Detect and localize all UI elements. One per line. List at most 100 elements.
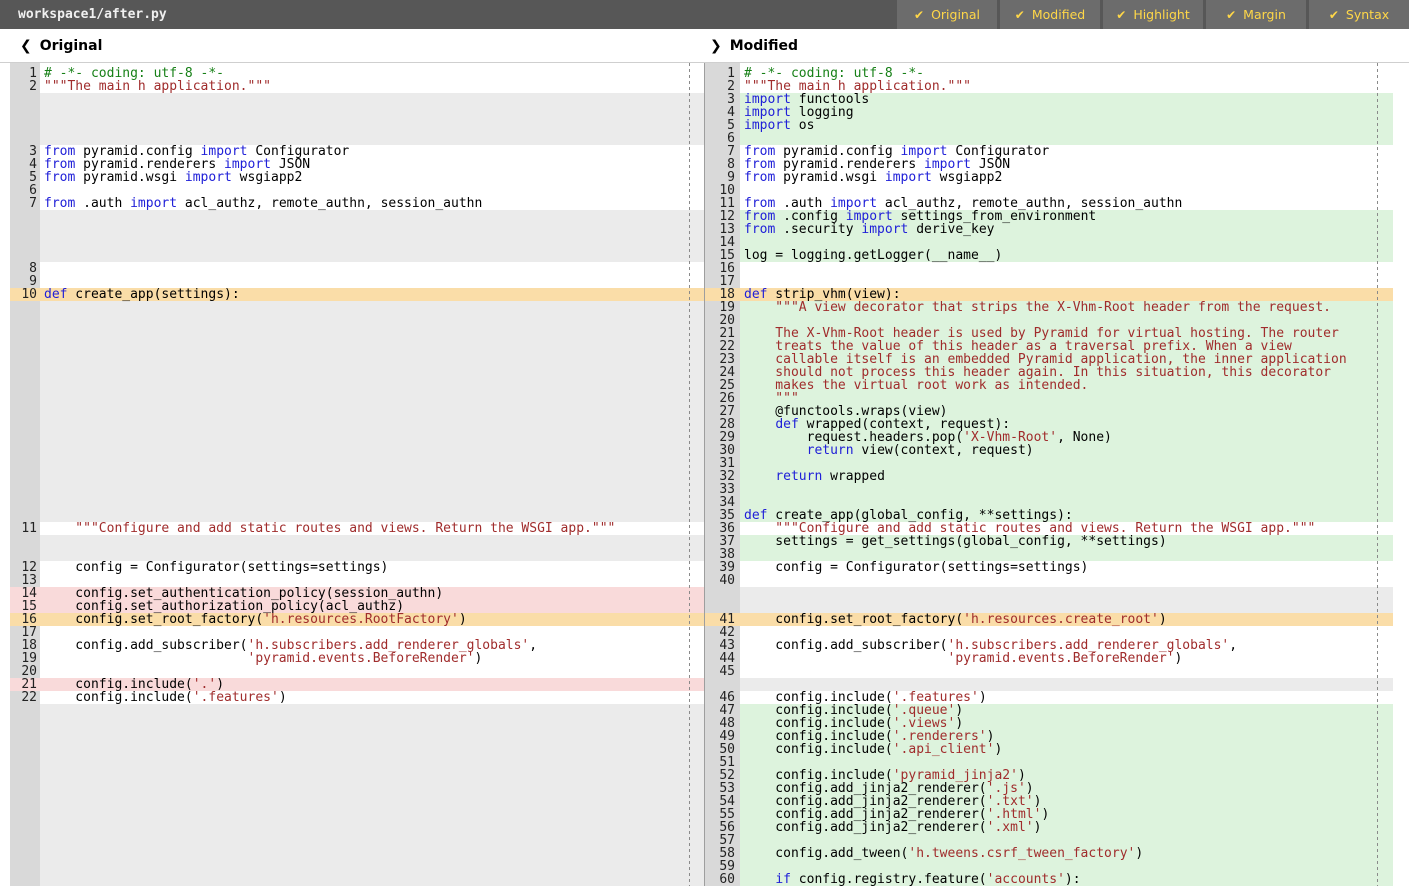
code-line: """Configure and add static routes and v…	[40, 522, 704, 535]
code-segment: acl_authz, remote_authn, session_authn	[177, 196, 482, 211]
modified-line-numbers: 1234567891011121314151617181920212223242…	[704, 63, 740, 886]
check-icon: ✔	[1329, 8, 1339, 22]
code-segment: '.xml'	[987, 820, 1034, 835]
code-segment	[744, 443, 807, 458]
original-panel-header: ❮ Original	[20, 29, 102, 62]
toggle-syntax-label: Syntax	[1346, 7, 1389, 22]
gap-row	[40, 210, 704, 223]
code-line: from .security import derive_key	[740, 223, 1393, 236]
code-segment: view(context, request)	[854, 443, 1034, 458]
line-number	[10, 834, 40, 847]
line-number: 10	[10, 288, 40, 301]
code-line: """The main h application."""	[40, 80, 704, 93]
line-number	[10, 431, 40, 444]
toggle-original-button[interactable]: ✔ Original	[897, 0, 997, 29]
code-line	[740, 483, 1393, 496]
code-segment: , None)	[1057, 430, 1112, 445]
line-number	[10, 236, 40, 249]
line-number	[10, 210, 40, 223]
code-segment: )	[1159, 612, 1167, 627]
gap-row	[40, 743, 704, 756]
gap-row	[40, 847, 704, 860]
code-line: config.include('.api_client')	[740, 743, 1393, 756]
code-segment: config.include(	[44, 690, 193, 705]
code-segment: wsgiapp2	[932, 170, 1002, 185]
toggle-highlight-button[interactable]: ✔ Highlight	[1103, 0, 1203, 29]
code-line	[40, 262, 704, 275]
code-segment: import	[185, 170, 232, 185]
line-number	[10, 496, 40, 509]
gap-row	[40, 314, 704, 327]
modified-panel-header: ❯ Modified	[710, 29, 798, 62]
code-segment: os	[791, 118, 814, 133]
gap-row	[40, 808, 704, 821]
titlebar: workspace1/after.py ✔ Original ✔ Modifie…	[0, 0, 1409, 29]
code-segment: ,	[529, 638, 537, 653]
line-number	[10, 366, 40, 379]
line-number	[10, 392, 40, 405]
gap-row	[40, 873, 704, 886]
code-segment: .auth	[75, 196, 130, 211]
gap-row	[40, 704, 704, 717]
toggle-margin-button[interactable]: ✔ Margin	[1206, 0, 1306, 29]
gap-row	[40, 444, 704, 457]
line-number	[10, 340, 40, 353]
code-segment: if	[775, 872, 791, 887]
code-line: config.add_jinja2_renderer('.xml')	[740, 821, 1393, 834]
code-segment: return	[775, 469, 822, 484]
gap-row	[40, 353, 704, 366]
original-code-area[interactable]: # -*- coding: utf-8 -*-"""The main h app…	[40, 63, 704, 886]
code-segment: )	[979, 690, 987, 705]
code-line: import os	[740, 119, 1393, 132]
code-line: config = Configurator(settings=settings)	[40, 561, 704, 574]
line-number	[10, 353, 40, 366]
code-segment: config.set_root_factory(	[744, 612, 963, 627]
code-line: config.set_root_factory('h.resources.Roo…	[40, 613, 704, 626]
code-segment: 'accounts'	[987, 872, 1065, 887]
toggle-syntax-button[interactable]: ✔ Syntax	[1309, 0, 1409, 29]
line-number	[10, 808, 40, 821]
line-number	[10, 769, 40, 782]
code-segment: from	[744, 222, 775, 237]
check-icon: ✔	[1226, 8, 1236, 22]
code-segment: create_app(settings):	[67, 287, 239, 302]
code-line: def create_app(settings):	[40, 288, 704, 301]
line-number	[10, 314, 40, 327]
gap-row	[40, 730, 704, 743]
gap-row	[40, 379, 704, 392]
gap-row	[40, 756, 704, 769]
toggle-modified-label: Modified	[1032, 7, 1085, 22]
gap-row	[40, 301, 704, 314]
gap-row	[40, 431, 704, 444]
code-segment: )	[474, 651, 482, 666]
code-line: from pyramid.wsgi import wsgiapp2	[740, 171, 1393, 184]
gap-row	[40, 457, 704, 470]
gap-row	[40, 236, 704, 249]
panel-headers: ❮ Original ❯ Modified	[0, 29, 1409, 62]
toggle-modified-button[interactable]: ✔ Modified	[1000, 0, 1100, 29]
line-number	[10, 457, 40, 470]
gap-row	[40, 418, 704, 431]
code-segment: config.add_tween(	[744, 846, 908, 861]
code-segment: config.set_root_factory(	[44, 612, 263, 627]
code-segment: )	[1135, 846, 1143, 861]
code-segment: pyramid.wsgi	[75, 170, 185, 185]
code-segment: ):	[1065, 872, 1081, 887]
gap-row	[40, 392, 704, 405]
modified-code-area[interactable]: # -*- coding: utf-8 -*-"""The main h app…	[740, 63, 1393, 886]
line-number	[10, 860, 40, 873]
line-number	[10, 821, 40, 834]
gap-row	[40, 470, 704, 483]
gap-row	[40, 769, 704, 782]
line-number	[10, 405, 40, 418]
code-segment: derive_key	[908, 222, 994, 237]
gap-row	[740, 587, 1393, 600]
line-number: 60	[705, 873, 740, 886]
code-line: settings = get_settings(global_config, *…	[740, 535, 1393, 548]
gap-row	[40, 834, 704, 847]
code-segment: )	[994, 742, 1002, 757]
code-line: config.add_tween('h.tweens.csrf_tween_fa…	[740, 847, 1393, 860]
modified-right-margin	[1393, 63, 1409, 886]
chevron-left-icon: ❮	[20, 38, 32, 54]
code-segment: 'pyramid.events.BeforeRender'	[948, 651, 1175, 666]
